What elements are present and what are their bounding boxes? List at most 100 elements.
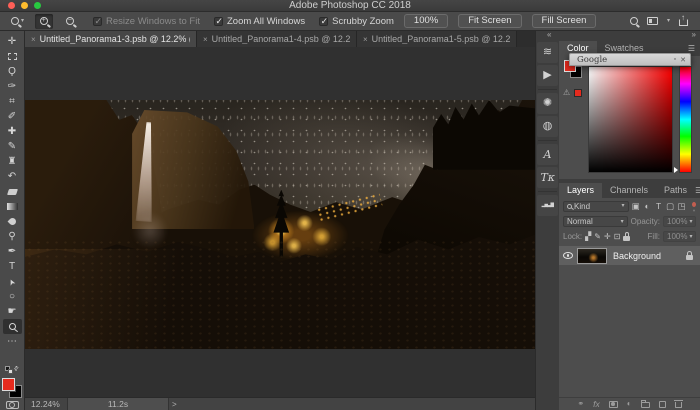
zoom-all-windows-checkbox[interactable]: Zoom All Windows [214, 16, 305, 27]
marquee-tool[interactable] [3, 49, 22, 64]
websafe-color-swatch[interactable] [574, 89, 582, 97]
layer-style-icon[interactable]: fx [593, 400, 600, 409]
status-info-field[interactable]: 11.2s [67, 398, 169, 410]
timeline-panel-icon[interactable]: ◍ [537, 116, 558, 137]
status-flyout-chevron[interactable]: > [172, 400, 177, 409]
character-panel-icon[interactable]: A [537, 144, 558, 165]
foreground-color-swatch[interactable] [2, 378, 15, 391]
filter-smart-objects-icon[interactable]: ◳ [677, 201, 685, 212]
spot-healing-tool[interactable]: ✚ [3, 124, 22, 139]
zoom-tool[interactable] [3, 319, 22, 334]
filter-adjustment-layers-icon[interactable]: ◐ [643, 201, 651, 211]
zoom-in-button[interactable] [35, 14, 53, 29]
histogram-panel-icon[interactable]: ▂▅▃▇ [537, 195, 558, 216]
document-tab-1[interactable]: × Untitled_Panorama1-3.psb @ 12.2% (RGB/… [25, 31, 197, 47]
eraser-tool[interactable] [3, 184, 22, 199]
quick-mask-button[interactable] [6, 401, 19, 409]
separator [538, 191, 557, 192]
share-icon[interactable] [679, 19, 688, 26]
zoom-out-button[interactable] [61, 14, 79, 29]
eyedropper-tool[interactable]: ✐ [3, 109, 22, 124]
adjustment-layer-icon[interactable]: ◐ [627, 400, 632, 408]
close-tab-icon[interactable]: × [31, 35, 36, 44]
add-layer-mask-icon[interactable] [609, 401, 618, 408]
lock-position-icon[interactable]: ✛ [604, 232, 611, 241]
blur-tool[interactable] [3, 214, 22, 229]
tab-paths[interactable]: Paths [656, 183, 695, 198]
shape-tool[interactable]: ○ [3, 289, 22, 304]
brush-settings-panel-icon[interactable]: ≋ [537, 42, 558, 63]
layer-row-background[interactable]: Background [559, 246, 700, 265]
filter-pixel-layers-icon[interactable]: ▣ [632, 201, 640, 212]
visibility-toggle[interactable] [559, 252, 577, 259]
lock-all-icon[interactable] [623, 236, 630, 241]
maximize-icon[interactable]: ▫ [674, 56, 676, 63]
resize-windows-label: Resize Windows to Fit [106, 16, 200, 27]
default-colors-icon[interactable]: ⇄ [5, 366, 19, 375]
new-layer-icon[interactable] [659, 401, 666, 408]
gamut-warning-icon[interactable]: ⚠ [563, 88, 570, 97]
history-brush-tool[interactable]: ↶ [3, 169, 22, 184]
path-selection-tool[interactable]: ➤ [3, 274, 22, 289]
lasso-tool[interactable]: Ϙ [3, 64, 22, 79]
eye-icon [563, 252, 573, 259]
filter-type-layers-icon[interactable]: T [654, 201, 662, 211]
color-saturation-cube[interactable] [588, 66, 673, 173]
tool-preset-picker[interactable]: ▾ [8, 15, 27, 27]
workspace-switcher-icon[interactable] [647, 17, 658, 25]
adjustments-panel-icon[interactable]: ✺ [537, 93, 558, 114]
tk-panel-icon[interactable]: Tᴋ [537, 167, 558, 188]
fill-screen-button[interactable]: Fill Screen [532, 14, 597, 28]
layer-thumbnail[interactable] [577, 248, 607, 264]
open-document-image[interactable] [25, 100, 535, 349]
hue-slider[interactable] [679, 66, 692, 173]
close-tab-icon[interactable]: × [363, 35, 368, 44]
hue-slider-pointer[interactable] [674, 167, 678, 173]
panel-menu-icon[interactable]: ☰ [688, 44, 695, 53]
filter-shape-layers-icon[interactable]: ▢ [666, 201, 674, 212]
tab-layers[interactable]: Layers [559, 183, 602, 198]
color-swatches [2, 378, 23, 398]
collapse-panels-icon[interactable]: » [692, 30, 696, 39]
document-tab-3[interactable]: × Untitled_Panorama1-5.psb @ 12.2% (ra..… [357, 31, 517, 47]
document-tab-2[interactable]: × Untitled_Panorama1-4.psb @ 12.2% (La..… [197, 31, 357, 47]
dodge-tool[interactable]: ⚲ [3, 229, 22, 244]
lock-paint-icon[interactable]: ✎ [594, 232, 601, 241]
quick-selection-tool[interactable]: ✑ [3, 79, 22, 94]
brush-tool[interactable]: ✎ [3, 139, 22, 154]
color-panel-body: ⚠ Google ▫ ✕ [559, 56, 700, 179]
zoom-100-button[interactable]: 100% [404, 14, 448, 28]
new-group-icon[interactable] [641, 402, 650, 408]
fill-field[interactable]: 100% ▾ [663, 231, 696, 242]
close-tab-icon[interactable]: × [203, 35, 208, 44]
delete-layer-icon[interactable] [675, 402, 682, 409]
clone-stamp-tool[interactable]: ♜ [3, 154, 22, 169]
layer-filter-dropdown[interactable]: Kind ▾ [563, 201, 629, 212]
chevron-down-icon[interactable]: ▾ [667, 18, 670, 24]
crop-tool[interactable]: ⌗ [3, 94, 22, 109]
resize-windows-checkbox[interactable]: Resize Windows to Fit [93, 16, 200, 27]
blend-mode-dropdown[interactable]: Normal ▾ [563, 216, 628, 227]
opacity-field[interactable]: 100% ▾ [663, 216, 696, 227]
search-icon[interactable] [630, 17, 638, 25]
lock-artboard-icon[interactable]: ⊡ [614, 232, 621, 241]
link-layers-icon[interactable]: ⚭ [577, 400, 584, 408]
hand-tool[interactable]: ☛ [3, 304, 22, 319]
actions-panel-icon[interactable]: ▶ [537, 65, 558, 86]
fit-screen-button[interactable]: Fit Screen [458, 14, 521, 28]
pen-tool[interactable]: ✒ [3, 244, 22, 259]
move-tool[interactable]: ✛ [3, 34, 22, 49]
layer-filter-toggle[interactable] [692, 202, 696, 207]
zoom-level-field[interactable]: 12.24% [31, 399, 67, 409]
canvas-area[interactable] [25, 47, 535, 397]
gradient-tool[interactable] [3, 199, 22, 214]
close-icon[interactable]: ✕ [680, 56, 686, 64]
lock-transparency-icon[interactable]: ▞ [585, 232, 591, 241]
panel-menu-icon[interactable]: ☰ [695, 186, 700, 195]
edit-toolbar-icon[interactable]: ⋯ [3, 334, 22, 349]
tab-channels[interactable]: Channels [602, 183, 656, 198]
type-tool[interactable]: T [3, 259, 22, 274]
google-floating-window[interactable]: Google ▫ ✕ [569, 53, 691, 66]
scrubby-zoom-checkbox[interactable]: Scrubby Zoom [319, 16, 394, 27]
expand-panels-icon[interactable]: « [547, 30, 551, 39]
